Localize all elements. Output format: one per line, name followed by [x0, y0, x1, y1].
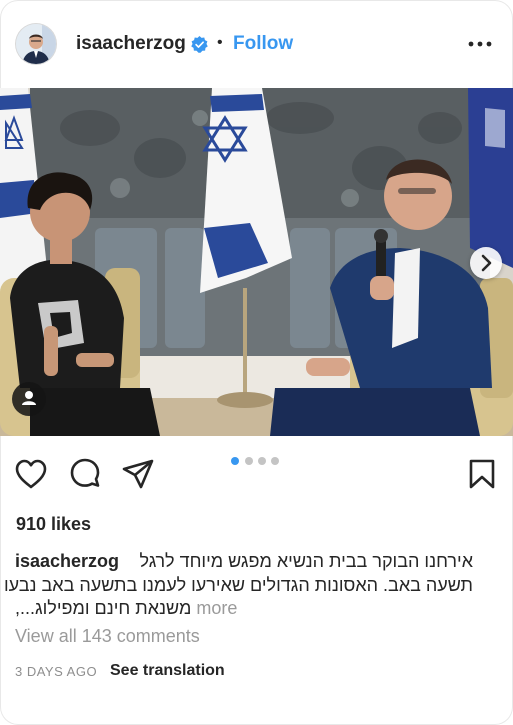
caption-username[interactable]: isaacherzog: [15, 548, 119, 574]
comment-icon[interactable]: [68, 457, 102, 491]
post-photo: [0, 88, 513, 436]
carousel-dot: [258, 457, 266, 465]
heart-icon[interactable]: [14, 458, 48, 490]
follow-button[interactable]: Follow: [233, 33, 293, 55]
carousel-dot-active: [231, 457, 239, 465]
carousel-indicator: [231, 457, 283, 465]
user-tag-icon: [22, 391, 36, 405]
avatar-photo: [16, 24, 56, 64]
more-options-icon[interactable]: [464, 36, 496, 52]
caption-line-3: משנאת חינם ומפילוג..., more: [15, 595, 237, 621]
tagged-users-button[interactable]: [12, 382, 46, 416]
like-count[interactable]: 910 likes: [16, 514, 91, 535]
carousel-next-button[interactable]: [470, 247, 502, 279]
post-card: isaacherzog • Follow 910 likes isaacherz…: [0, 0, 513, 725]
see-translation-link[interactable]: See translation: [110, 662, 225, 680]
avatar[interactable]: [16, 24, 56, 64]
share-icon[interactable]: [121, 457, 155, 491]
username[interactable]: isaacherzog: [76, 33, 186, 55]
verified-badge-icon: [191, 36, 208, 53]
post-timestamp: 3 DAYS AGO: [15, 664, 98, 679]
carousel-next-icon: [481, 254, 492, 272]
post-header: isaacherzog • Follow: [0, 0, 513, 88]
caption-more-link[interactable]: more: [196, 598, 237, 618]
caption-text-1: אירחנו הבוקר בבית הנשיא מפגש מיוחד לרגל: [139, 551, 473, 571]
bookmark-icon[interactable]: [468, 458, 496, 490]
separator-dot: •: [217, 34, 223, 51]
view-comments-link[interactable]: View all 143 comments: [15, 626, 200, 647]
carousel-dot: [271, 457, 279, 465]
carousel-dot: [245, 457, 253, 465]
caption-text-3: משנאת חינם ומפילוג...,: [15, 598, 192, 618]
post-image[interactable]: [0, 88, 513, 436]
